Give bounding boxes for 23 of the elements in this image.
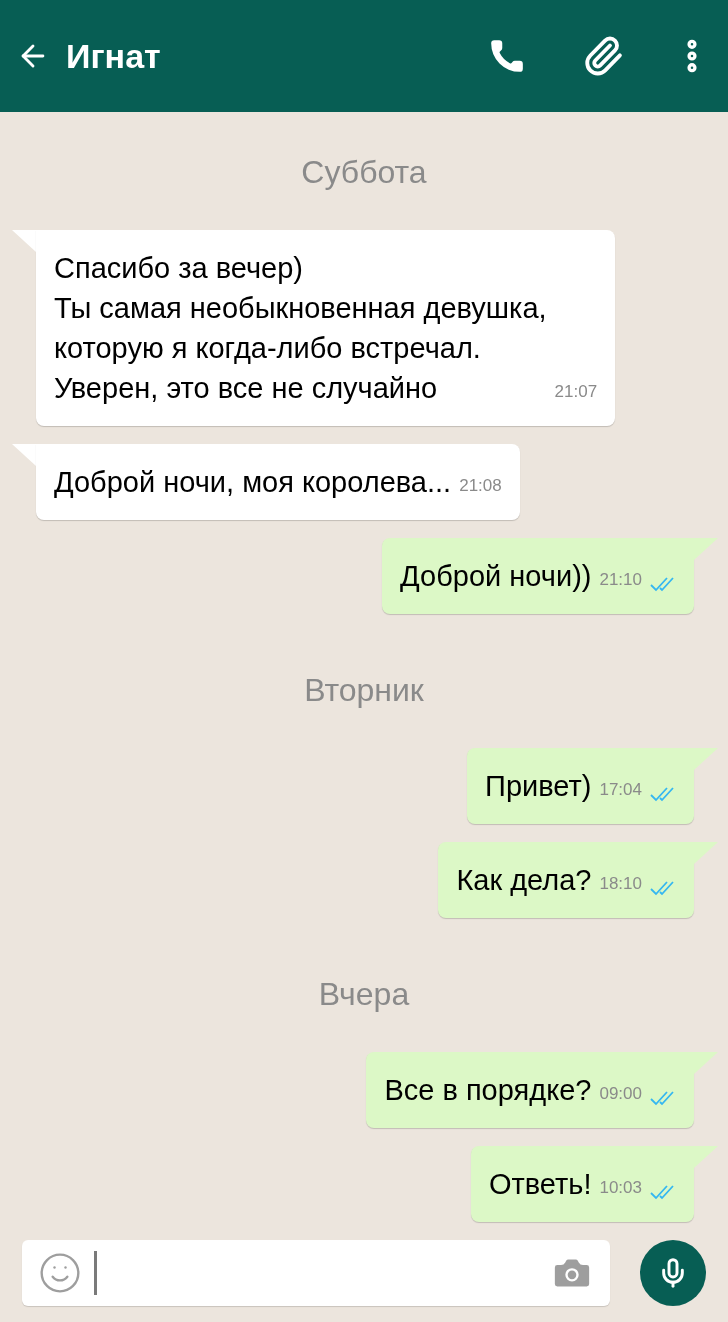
- message-time: 21:07: [554, 382, 598, 402]
- message-input[interactable]: [22, 1240, 610, 1306]
- contact-name: Игнат: [66, 35, 161, 77]
- message-time: 21:10: [599, 570, 642, 590]
- message-time: 09:00: [599, 1084, 642, 1104]
- text-cursor: [94, 1251, 97, 1295]
- message-text: Доброй ночи)): [400, 559, 592, 594]
- message-text: Спасибо за вечер) Ты самая необыкновенная девушка, которую я когда-либо встречал. Уверен, это все не случайно: [54, 251, 547, 406]
- phone-icon[interactable]: [488, 37, 526, 75]
- message-text: Доброй ночи, моя королева...: [54, 465, 452, 500]
- message-text: Ответь!: [488, 1167, 592, 1202]
- paperclip-icon[interactable]: [582, 35, 624, 77]
- day-label: Вчера: [318, 975, 410, 1014]
- message-time: 18:10: [599, 874, 642, 894]
- message-text: Все в порядке?: [384, 1073, 592, 1108]
- message-text: Как дела?: [456, 863, 592, 898]
- message-text: Привет): [485, 769, 592, 804]
- message-time: 10:03: [599, 1178, 642, 1198]
- day-label: Суббота: [301, 153, 427, 192]
- emoji-icon[interactable]: [38, 1251, 82, 1295]
- message-time: 17:04: [599, 780, 642, 800]
- day-label: Вторник: [304, 671, 424, 710]
- message-time: 21:08: [459, 476, 502, 496]
